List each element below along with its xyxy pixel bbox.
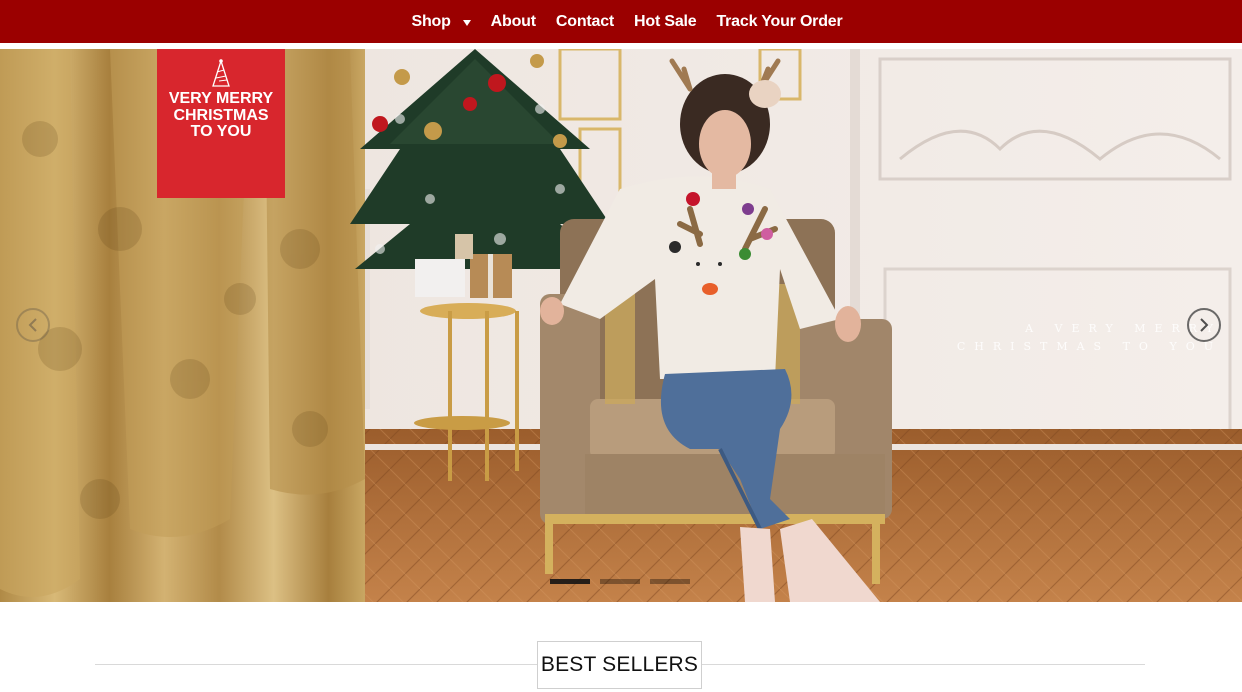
nav-item-shop-label: Shop: [411, 12, 451, 30]
slide-caption: A VERY MERRY CHRISTMAS TO YOU: [956, 322, 1222, 353]
nav-item-hot-sale[interactable]: Hot Sale: [634, 13, 697, 31]
carousel-prev-button[interactable]: [16, 308, 50, 342]
carousel-indicator-3[interactable]: [650, 579, 690, 584]
best-sellers-title: BEST SELLERS: [537, 641, 702, 689]
christmas-badge-text: Very Merry Christmas To You: [168, 90, 274, 140]
caret-down-icon: [462, 19, 471, 26]
christmas-tree-icon: [212, 59, 230, 87]
best-sellers-heading: BEST SELLERS: [95, 641, 1145, 689]
hero-carousel: Very Merry Christmas To You A VERY MERRY…: [0, 49, 1242, 602]
nav-list: Shop About Contact Hot Sale Track Your O…: [411, 13, 842, 31]
chevron-right-icon: [1200, 318, 1209, 332]
main-navbar: Shop About Contact Hot Sale Track Your O…: [0, 0, 1242, 43]
nav-item-contact[interactable]: Contact: [556, 13, 614, 31]
carousel-indicator-1[interactable]: [550, 579, 590, 584]
nav-item-about[interactable]: About: [491, 13, 536, 31]
nav-item-track-order[interactable]: Track Your Order: [716, 13, 842, 31]
chevron-left-icon: [28, 318, 37, 332]
carousel-next-button[interactable]: [1187, 308, 1221, 342]
christmas-badge: Very Merry Christmas To You: [157, 49, 285, 198]
carousel-indicators: [550, 579, 690, 584]
nav-item-shop[interactable]: Shop: [411, 12, 471, 31]
carousel-indicator-2[interactable]: [600, 579, 640, 584]
